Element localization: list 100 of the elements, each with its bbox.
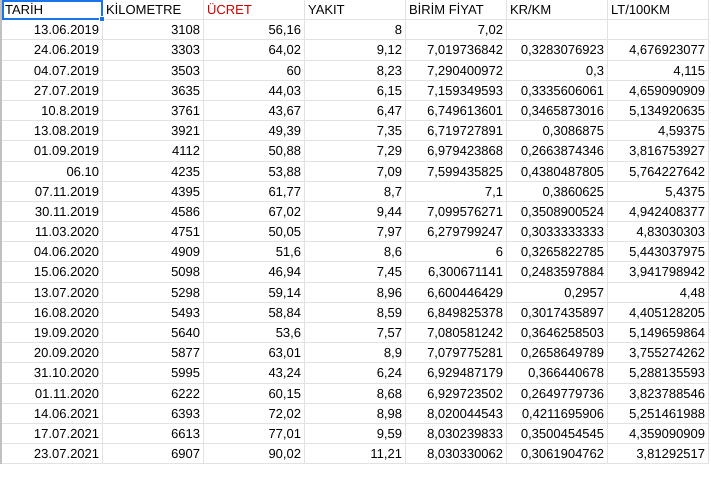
table-cell: 0,4380487805 (507, 162, 608, 182)
table-cell: 4909 (103, 242, 204, 262)
table-cell: 4586 (103, 202, 204, 222)
column-header[interactable]: TARİH (2, 0, 103, 20)
table-cell: 0,3265822785 (507, 242, 608, 262)
table-cell: 90,02 (204, 444, 305, 464)
column-header[interactable]: KR/KM (507, 0, 608, 20)
table-cell: 61,77 (204, 182, 305, 202)
fill-handle[interactable] (99, 16, 105, 22)
table-cell: 3761 (103, 100, 204, 122)
column-header[interactable]: LT/100KM (608, 0, 709, 20)
table-cell: 0,2649779736 (507, 384, 608, 404)
table-cell: 9,12 (305, 40, 406, 61)
table-cell: 7,080581242 (406, 323, 507, 344)
table-cell: 9,59 (305, 424, 406, 444)
table-cell: 6,47 (305, 100, 406, 122)
table-cell: 64,02 (204, 40, 305, 61)
table-cell: 5,4375 (608, 182, 709, 202)
table-cell: 3,816753927 (608, 141, 709, 162)
table-cell: 0,3646258503 (507, 323, 608, 344)
table-cell: 6,15 (305, 80, 406, 101)
table-cell: 9,44 (305, 202, 406, 222)
table-cell: 0,3335606061 (507, 80, 608, 101)
table-cell: 5098 (103, 262, 204, 283)
table-cell: 0,3860625 (507, 182, 608, 202)
table-cell: 8,030330062 (406, 444, 507, 464)
table-cell: 15.06.2020 (2, 262, 103, 283)
table-cell: 27.07.2019 (2, 80, 103, 101)
table-cell: 50,88 (204, 141, 305, 162)
table-cell: 6,749613601 (406, 100, 507, 122)
table-cell: 0,2957 (507, 282, 608, 303)
table-cell: 77,01 (204, 424, 305, 444)
table-cell: 11,21 (305, 444, 406, 464)
table-cell: 0,3061904762 (507, 444, 608, 464)
table-cell: 8,98 (305, 404, 406, 424)
table-cell: 58,84 (204, 302, 305, 323)
table-cell: 01.09.2019 (2, 141, 103, 162)
table-cell: 3303 (103, 40, 204, 61)
table-cell: 0,3033333333 (507, 222, 608, 242)
table-cell: 59,14 (204, 282, 305, 303)
table-cell: 0,3017435897 (507, 302, 608, 323)
table-cell: 6,719727891 (406, 121, 507, 142)
table-cell: 5,149659864 (608, 323, 709, 344)
table-cell: 6,300671141 (406, 262, 507, 283)
table-cell: 06.10 (2, 162, 103, 182)
table-cell: 43,67 (204, 100, 305, 122)
table-cell: 0,366440678 (507, 363, 608, 384)
table-cell: 7,02 (406, 20, 507, 40)
table-cell: 4,942408377 (608, 202, 709, 222)
table-cell: 7,57 (305, 323, 406, 344)
column-header[interactable]: YAKIT (305, 0, 406, 20)
column-header[interactable]: KİLOMETRE (103, 0, 204, 20)
table-cell: 17.07.2021 (2, 424, 103, 444)
table-cell: 5,443037975 (608, 242, 709, 262)
table-cell: 5877 (103, 343, 204, 364)
table-cell: 6,979423868 (406, 141, 507, 162)
table-cell: 6,849825378 (406, 302, 507, 323)
table-cell: 6,24 (305, 363, 406, 384)
table-cell: 3,823788546 (608, 384, 709, 404)
table-cell: 3108 (103, 20, 204, 40)
column-header[interactable]: BİRİM FİYAT (406, 0, 507, 20)
table-cell: 0,2483597884 (507, 262, 608, 283)
table-cell: 3,941798942 (608, 262, 709, 283)
table-cell: 7,29 (305, 141, 406, 162)
table-cell: 8,96 (305, 282, 406, 303)
table-cell: 11.03.2020 (2, 222, 103, 242)
table-cell: 6,279799247 (406, 222, 507, 242)
table-cell: 6 (406, 242, 507, 262)
table-cell: 6907 (103, 444, 204, 464)
table-cell: 7,290400972 (406, 60, 507, 81)
table-cell: 13.08.2019 (2, 121, 103, 142)
table-cell: 44,03 (204, 80, 305, 101)
table-cell: 0,3508900524 (507, 202, 608, 222)
table-cell: 4,48 (608, 282, 709, 303)
table-cell: 07.11.2019 (2, 182, 103, 202)
table-cell: 8,030239833 (406, 424, 507, 444)
table-cell: 7,079775281 (406, 343, 507, 364)
table-cell: 5,764227642 (608, 162, 709, 182)
table-cell: 7,35 (305, 121, 406, 142)
table-cell: 6613 (103, 424, 204, 444)
table-cell: 24.06.2019 (2, 40, 103, 61)
table-cell: 4112 (103, 141, 204, 162)
table-cell: 4,59375 (608, 121, 709, 142)
table-cell: 7,099576271 (406, 202, 507, 222)
table-cell: 49,39 (204, 121, 305, 142)
table-cell: 6,929723502 (406, 384, 507, 404)
table-cell: 6,600446429 (406, 282, 507, 303)
table-cell: 04.07.2019 (2, 60, 103, 81)
column-header[interactable]: ÜCRET (204, 0, 305, 20)
table-cell: 7,1 (406, 182, 507, 202)
table-cell: 0,3 (507, 60, 608, 81)
table-cell: 14.06.2021 (2, 404, 103, 424)
table-cell: 7,019736842 (406, 40, 507, 61)
table-cell: 0,3283076923 (507, 40, 608, 61)
table-cell: 30.11.2019 (2, 202, 103, 222)
table-cell: 5,288135593 (608, 363, 709, 384)
table-cell: 19.09.2020 (2, 323, 103, 344)
table-cell: 7,09 (305, 162, 406, 182)
table-cell: 56,16 (204, 20, 305, 40)
table-cell: 3503 (103, 60, 204, 81)
